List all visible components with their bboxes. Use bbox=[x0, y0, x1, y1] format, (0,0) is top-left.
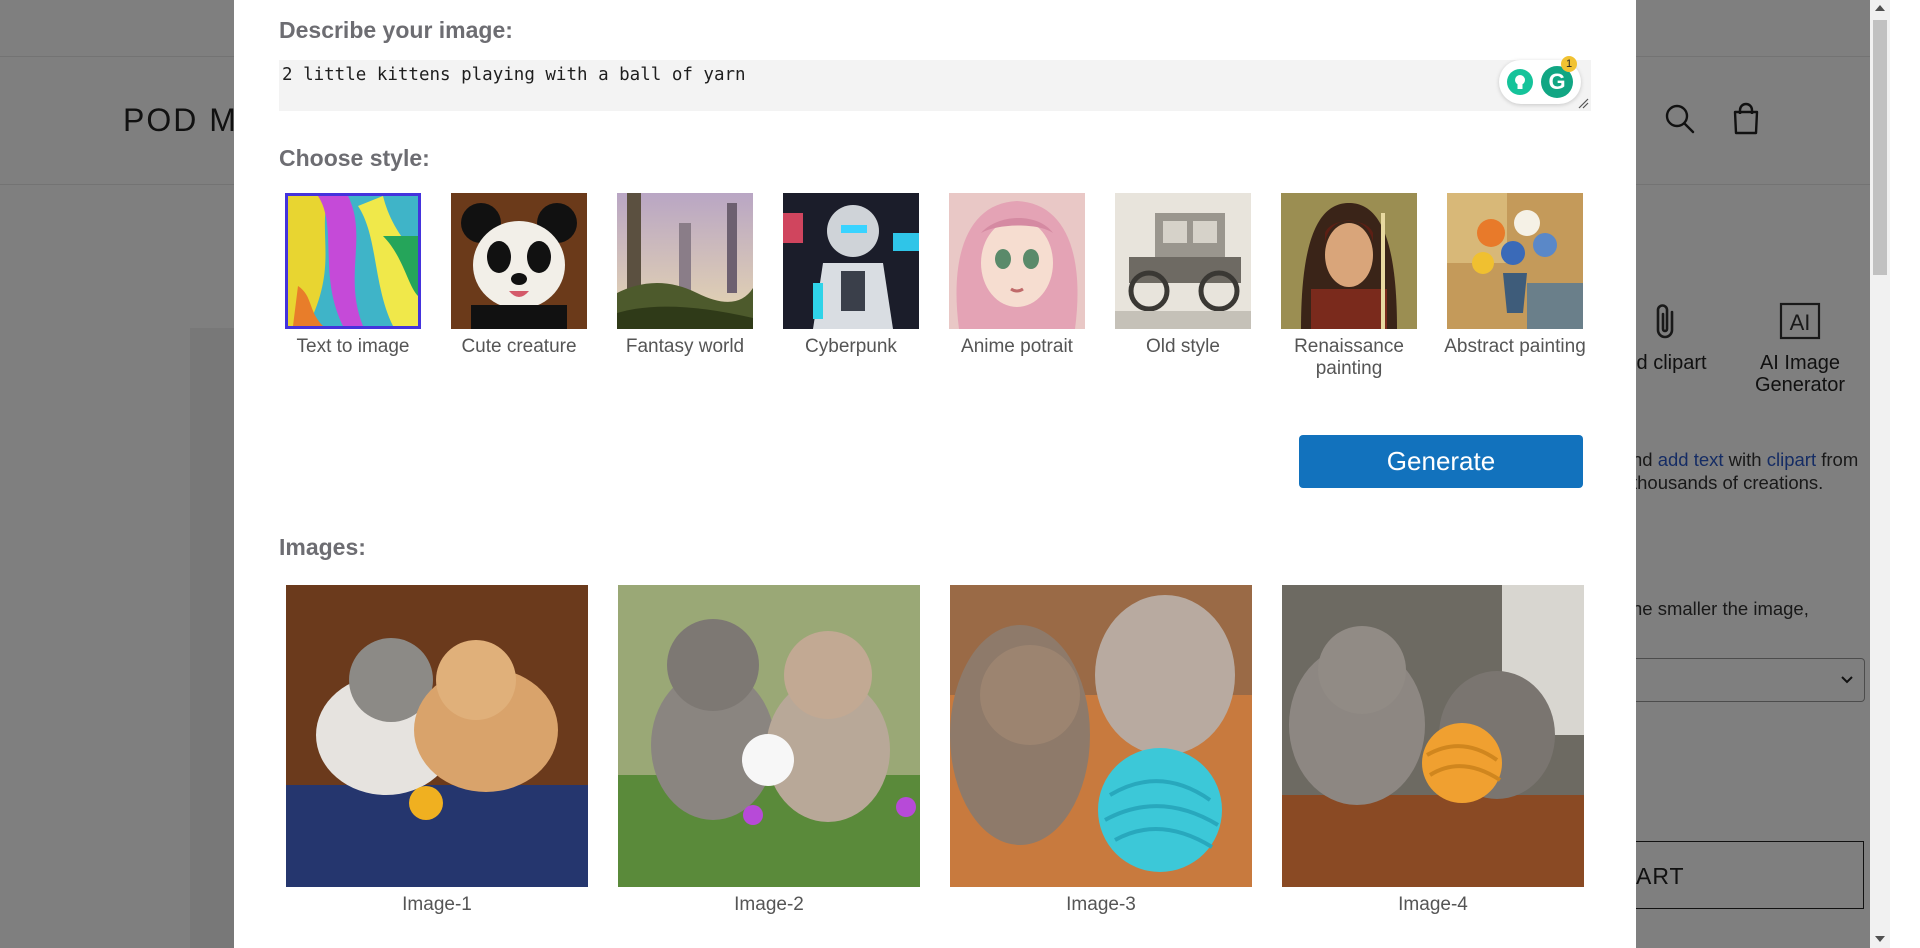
image-caption: Image-3 bbox=[1066, 894, 1136, 915]
style-thumb-cute-creature[interactable] bbox=[451, 193, 587, 329]
style-thumb-abstract-painting[interactable] bbox=[1447, 193, 1583, 329]
resize-handle-icon[interactable] bbox=[1578, 98, 1589, 109]
result-image-4[interactable]: Image-4 bbox=[1282, 585, 1584, 916]
style-name: Cute creature bbox=[461, 336, 577, 357]
grammarly-count-badge: 1 bbox=[1561, 56, 1577, 72]
describe-label: Describe your image: bbox=[279, 17, 513, 43]
prompt-input[interactable]: 2 little kittens playing with a ball of … bbox=[279, 60, 1591, 111]
style-option-cyberpunk[interactable]: Cyberpunk bbox=[771, 193, 931, 358]
style-option-fantasy-world[interactable]: Fantasy world bbox=[605, 193, 765, 358]
style-name: Cyberpunk bbox=[805, 336, 897, 357]
style-name: Abstract painting bbox=[1444, 336, 1586, 357]
style-option-anime-potrait[interactable]: Anime potrait bbox=[937, 193, 1097, 358]
grammarly-widget[interactable]: G 1 bbox=[1499, 56, 1581, 104]
generated-image[interactable] bbox=[1282, 585, 1584, 887]
style-thumb-cyberpunk[interactable] bbox=[783, 193, 919, 329]
style-thumb-anime-potrait[interactable] bbox=[949, 193, 1085, 329]
image-caption: Image-1 bbox=[402, 894, 472, 915]
style-name: Renaissance painting bbox=[1294, 336, 1404, 379]
style-option-old-style[interactable]: Old style bbox=[1103, 193, 1263, 358]
style-name: Fantasy world bbox=[625, 336, 745, 357]
style-thumb-fantasy-world[interactable] bbox=[617, 193, 753, 329]
style-option-renaissance-painting[interactable]: Renaissance painting bbox=[1269, 193, 1429, 380]
style-option-text-to-image[interactable]: Text to image bbox=[273, 193, 433, 358]
image-caption: Image-4 bbox=[1398, 894, 1468, 915]
generated-image[interactable] bbox=[618, 585, 920, 887]
result-image-3[interactable]: Image-3 bbox=[950, 585, 1252, 916]
scroll-up-arrow[interactable] bbox=[1875, 5, 1885, 11]
page-scrollbar[interactable] bbox=[1870, 0, 1890, 948]
scrollbar-thumb[interactable] bbox=[1873, 20, 1887, 275]
scroll-down-arrow[interactable] bbox=[1875, 936, 1885, 942]
generated-image[interactable] bbox=[286, 585, 588, 887]
ai-image-generator-modal: Describe your image: 2 little kittens pl… bbox=[234, 0, 1636, 948]
image-caption: Image-2 bbox=[734, 894, 804, 915]
result-image-1[interactable]: Image-1 bbox=[286, 585, 588, 916]
style-name: Text to image bbox=[296, 336, 410, 357]
style-name: Old style bbox=[1146, 336, 1220, 357]
lightbulb-icon[interactable] bbox=[1507, 69, 1533, 95]
result-image-2[interactable]: Image-2 bbox=[618, 585, 920, 916]
window-edge bbox=[1890, 0, 1920, 948]
style-name: Anime potrait bbox=[961, 336, 1073, 357]
style-option-abstract-painting[interactable]: Abstract painting bbox=[1435, 193, 1595, 358]
generated-image[interactable] bbox=[950, 585, 1252, 887]
images-label: Images: bbox=[279, 534, 366, 560]
style-option-cute-creature[interactable]: Cute creature bbox=[439, 193, 599, 358]
generate-button[interactable]: Generate bbox=[1299, 435, 1583, 488]
style-thumb-renaissance-painting[interactable] bbox=[1281, 193, 1417, 329]
style-thumb-text-to-image[interactable] bbox=[285, 193, 421, 329]
choose-style-label: Choose style: bbox=[279, 145, 430, 171]
style-thumb-old-style[interactable] bbox=[1115, 193, 1251, 329]
